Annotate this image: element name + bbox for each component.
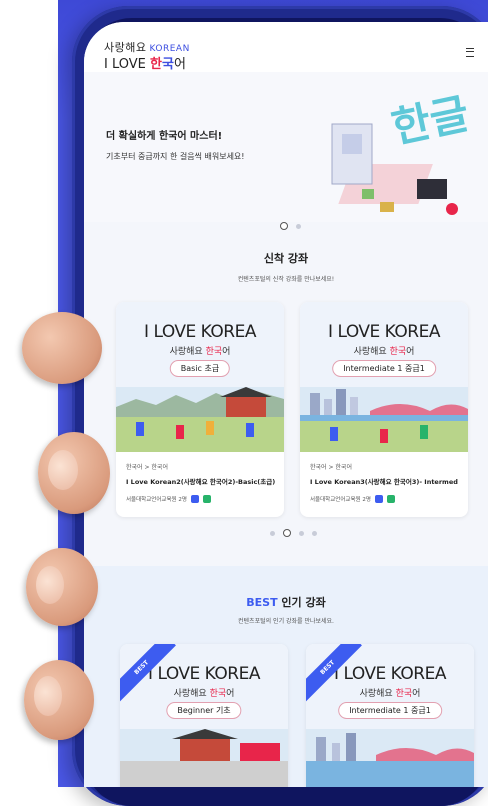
course-category: 한국어 > 한국어 bbox=[126, 464, 168, 471]
finger-illustration bbox=[22, 312, 102, 384]
new-courses-title: 신착 강좌 bbox=[263, 252, 309, 265]
thumb-sub-kr: 한국 bbox=[395, 689, 413, 699]
best-word: BEST bbox=[246, 596, 278, 609]
level-pill: Intermediate 1 중급1 bbox=[332, 360, 436, 377]
logo-bottom-kr3: 어 bbox=[173, 57, 186, 72]
finger-illustration bbox=[38, 432, 110, 514]
level-pill: Basic 초급 bbox=[169, 360, 231, 377]
finger-illustration bbox=[24, 660, 94, 740]
thumb-scene-illustration bbox=[300, 387, 468, 452]
page-dot-3[interactable] bbox=[299, 530, 304, 536]
page-dot-1[interactable] bbox=[270, 530, 275, 536]
best-courses-title: BEST 인기 강좌 bbox=[84, 594, 488, 610]
thumb-sub-b: 어 bbox=[226, 689, 235, 699]
course-instructor-row: 서울대학교언어교육원 2명 bbox=[126, 495, 211, 503]
thumb-subtitle: 사랑해요 한국어 bbox=[120, 686, 288, 699]
course-instructor-row: 서울대학교언어교육원 2명 bbox=[310, 495, 395, 503]
hero-subtitle: 기초부터 중급까지 한 걸음씩 배워보세요! bbox=[106, 152, 245, 161]
thumb-sub-kr: 한국 bbox=[209, 689, 227, 699]
logo-bottom-kr1: 한 bbox=[150, 57, 162, 72]
level-pill: Beginner 기초 bbox=[166, 702, 242, 719]
thumb-sub-kr: 한국 bbox=[389, 347, 407, 357]
course-category: 한국어 > 한국어 bbox=[310, 464, 352, 471]
best-title-rest: 인기 강좌 bbox=[281, 596, 326, 609]
thumb-subtitle: 사랑해요 한국어 bbox=[306, 686, 474, 699]
hero-illustration: 한글 bbox=[331, 89, 472, 215]
logo-bottom-en: I LOVE bbox=[104, 57, 146, 72]
thumb-scene-illustration bbox=[116, 387, 284, 452]
level-pill: Intermediate 1 중급1 bbox=[338, 702, 442, 719]
document-tag-icon bbox=[386, 495, 395, 503]
thumb-sub-a: 사랑해요 bbox=[359, 689, 393, 699]
hero-dot-2[interactable] bbox=[296, 223, 301, 229]
thumb-sub-kr: 한국 bbox=[205, 347, 223, 357]
thumb-sub-b: 어 bbox=[406, 347, 415, 357]
course-title[interactable]: I Love Korean3(사랑해요 한국어3)- Intermed bbox=[310, 476, 466, 486]
fingernail-illustration bbox=[48, 450, 78, 490]
thumb-sub-b: 어 bbox=[222, 347, 231, 357]
finger-illustration bbox=[26, 548, 98, 626]
video-tag-icon bbox=[190, 495, 199, 503]
fingernail-illustration bbox=[34, 676, 62, 716]
new-courses-subtitle: 컨텐츠포털의 신작 강좌를 만나보세요! bbox=[237, 276, 335, 283]
phone-screen: 사랑해요 KOREAN I LOVE 한국어 더 확실하게 한국어 마스터! 기초… bbox=[84, 22, 488, 787]
new-courses-pagination bbox=[270, 529, 317, 537]
hero-art-text: 한글 bbox=[387, 89, 472, 153]
thumb-sub-a: 사랑해요 bbox=[353, 347, 387, 357]
site-header: 사랑해요 KOREAN I LOVE 한국어 bbox=[84, 22, 488, 72]
hero-carousel-dots bbox=[280, 222, 301, 230]
course-instructor: 서울대학교언어교육원 2명 bbox=[126, 497, 187, 503]
thumb-subtitle: 사랑해요 한국어 bbox=[300, 344, 468, 357]
thumb-subtitle: 사랑해요 한국어 bbox=[116, 344, 284, 357]
fingernail-illustration bbox=[36, 566, 64, 604]
page-dot-4[interactable] bbox=[312, 530, 317, 536]
thumb-title: I LOVE KOREA bbox=[328, 322, 440, 342]
course-card[interactable]: I LOVE KOREA 사랑해요 한국어 Intermediate 1 중급1… bbox=[300, 302, 468, 517]
video-tag-icon bbox=[374, 495, 383, 503]
thumb-scene-illustration bbox=[306, 729, 474, 787]
course-thumbnail: I LOVE KOREA 사랑해요 한국어 Basic 초급 bbox=[116, 302, 284, 452]
thumb-sub-a: 사랑해요 bbox=[169, 347, 203, 357]
best-course-card[interactable]: I LOVE KOREA 사랑해요 한국어 Beginner 기초 BEST bbox=[120, 644, 288, 787]
course-card[interactable]: I LOVE KOREA 사랑해요 한국어 Basic 초급 한국어 > 한국어… bbox=[116, 302, 284, 517]
page-dot-2[interactable] bbox=[283, 529, 291, 537]
course-title[interactable]: I Love Korean2(사랑해요 한국어2)-Basic(초급) bbox=[126, 476, 282, 486]
course-instructor: 서울대학교언어교육원 2명 bbox=[310, 497, 371, 503]
hero-title: 더 확실하게 한국어 마스터! bbox=[106, 131, 223, 142]
best-course-card[interactable]: I LOVE KOREA 사랑해요 한국어 Intermediate 1 중급1… bbox=[306, 644, 474, 787]
hero-banner[interactable]: 더 확실하게 한국어 마스터! 기초부터 중급까지 한 걸음씩 배워보세요! 한… bbox=[84, 72, 488, 230]
hero-dot-1[interactable] bbox=[280, 222, 288, 230]
logo-bottom-kr2: 국 bbox=[161, 57, 174, 72]
thumb-sub-a: 사랑해요 bbox=[173, 689, 207, 699]
thumb-title: I LOVE KOREA bbox=[144, 322, 256, 342]
thumb-sub-b: 어 bbox=[412, 689, 421, 699]
document-tag-icon bbox=[202, 495, 211, 503]
hamburger-menu-icon[interactable] bbox=[466, 48, 474, 57]
thumb-scene-illustration bbox=[120, 729, 288, 787]
course-thumbnail: I LOVE KOREA 사랑해요 한국어 Intermediate 1 중급1 bbox=[300, 302, 468, 452]
logo-bottom-line[interactable]: I LOVE 한국어 bbox=[104, 53, 186, 72]
best-courses-subtitle: 컨텐츠포털의 인기 강좌를 만나보세요. bbox=[238, 618, 334, 625]
